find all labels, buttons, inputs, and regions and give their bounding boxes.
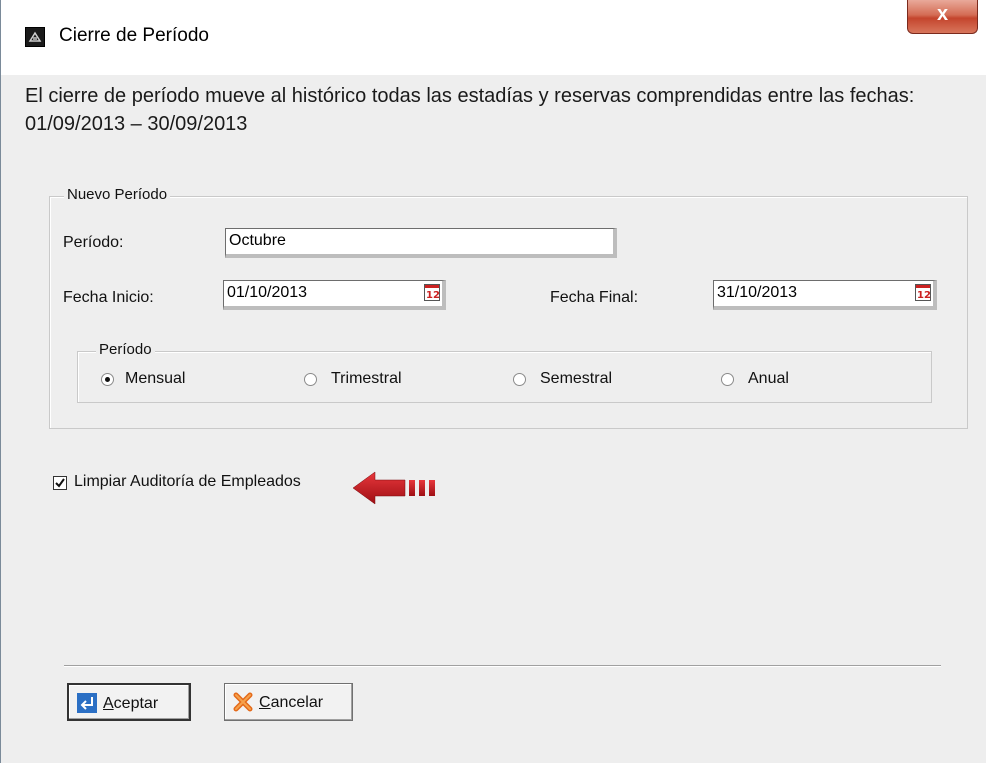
radio-mensual[interactable] bbox=[101, 373, 114, 386]
cancelar-button[interactable]: Cancelar bbox=[224, 683, 353, 721]
window-title: Cierre de Período bbox=[59, 25, 209, 46]
calendar-icon[interactable]: 12 bbox=[915, 284, 931, 301]
periodo-radio-legend: Período bbox=[96, 341, 155, 358]
cancelar-label: Cancelar bbox=[259, 694, 324, 711]
fecha-inicio-label: Fecha Inicio: bbox=[63, 289, 154, 306]
calendar-icon[interactable]: 12 bbox=[424, 284, 440, 301]
close-icon: x bbox=[936, 3, 949, 25]
fecha-inicio-input[interactable]: 01/10/2013 12 bbox=[223, 280, 446, 310]
periodo-label: Período: bbox=[63, 234, 124, 251]
svg-text:12: 12 bbox=[426, 290, 440, 301]
radio-trimestral-label: Trimestral bbox=[331, 370, 402, 387]
enter-icon bbox=[77, 693, 97, 713]
footer-separator bbox=[64, 665, 941, 667]
periodo-radio-group: Período Mensual Trimestral Semestral Anu… bbox=[77, 341, 932, 403]
dialog-body: El cierre de período mueve al histórico … bbox=[9, 75, 979, 755]
app-icon bbox=[25, 27, 45, 47]
x-icon bbox=[233, 692, 253, 712]
limpiar-auditoria-label[interactable]: Limpiar Auditoría de Empleados bbox=[74, 473, 301, 491]
nuevo-periodo-group: Nuevo Período Período: Octubre Fecha Ini… bbox=[49, 186, 968, 429]
fecha-inicio-value: 01/10/2013 bbox=[227, 284, 308, 301]
svg-text:12: 12 bbox=[917, 290, 931, 301]
close-button[interactable]: x bbox=[907, 0, 978, 34]
radio-trimestral[interactable] bbox=[304, 373, 317, 386]
fecha-final-input[interactable]: 31/10/2013 12 bbox=[713, 280, 937, 310]
limpiar-auditoria-checkbox[interactable] bbox=[53, 476, 67, 490]
nuevo-periodo-legend: Nuevo Período bbox=[64, 186, 171, 203]
dialog-window: Cierre de Período x El cierre de período… bbox=[0, 0, 986, 763]
description-text: El cierre de período mueve al histórico … bbox=[25, 85, 915, 135]
radio-anual-label: Anual bbox=[748, 370, 789, 387]
radio-mensual-label: Mensual bbox=[125, 370, 186, 387]
aceptar-label: Aceptar bbox=[103, 695, 159, 712]
title-bar[interactable]: Cierre de Período x bbox=[1, 0, 986, 75]
red-arrow-icon bbox=[351, 468, 447, 513]
radio-semestral-label: Semestral bbox=[540, 370, 613, 387]
radio-anual[interactable] bbox=[721, 373, 734, 386]
fecha-final-label: Fecha Final: bbox=[550, 289, 639, 306]
radio-semestral[interactable] bbox=[513, 373, 526, 386]
periodo-input[interactable]: Octubre bbox=[225, 228, 617, 258]
aceptar-button[interactable]: Aceptar bbox=[67, 683, 191, 721]
fecha-final-value: 31/10/2013 bbox=[717, 284, 798, 301]
